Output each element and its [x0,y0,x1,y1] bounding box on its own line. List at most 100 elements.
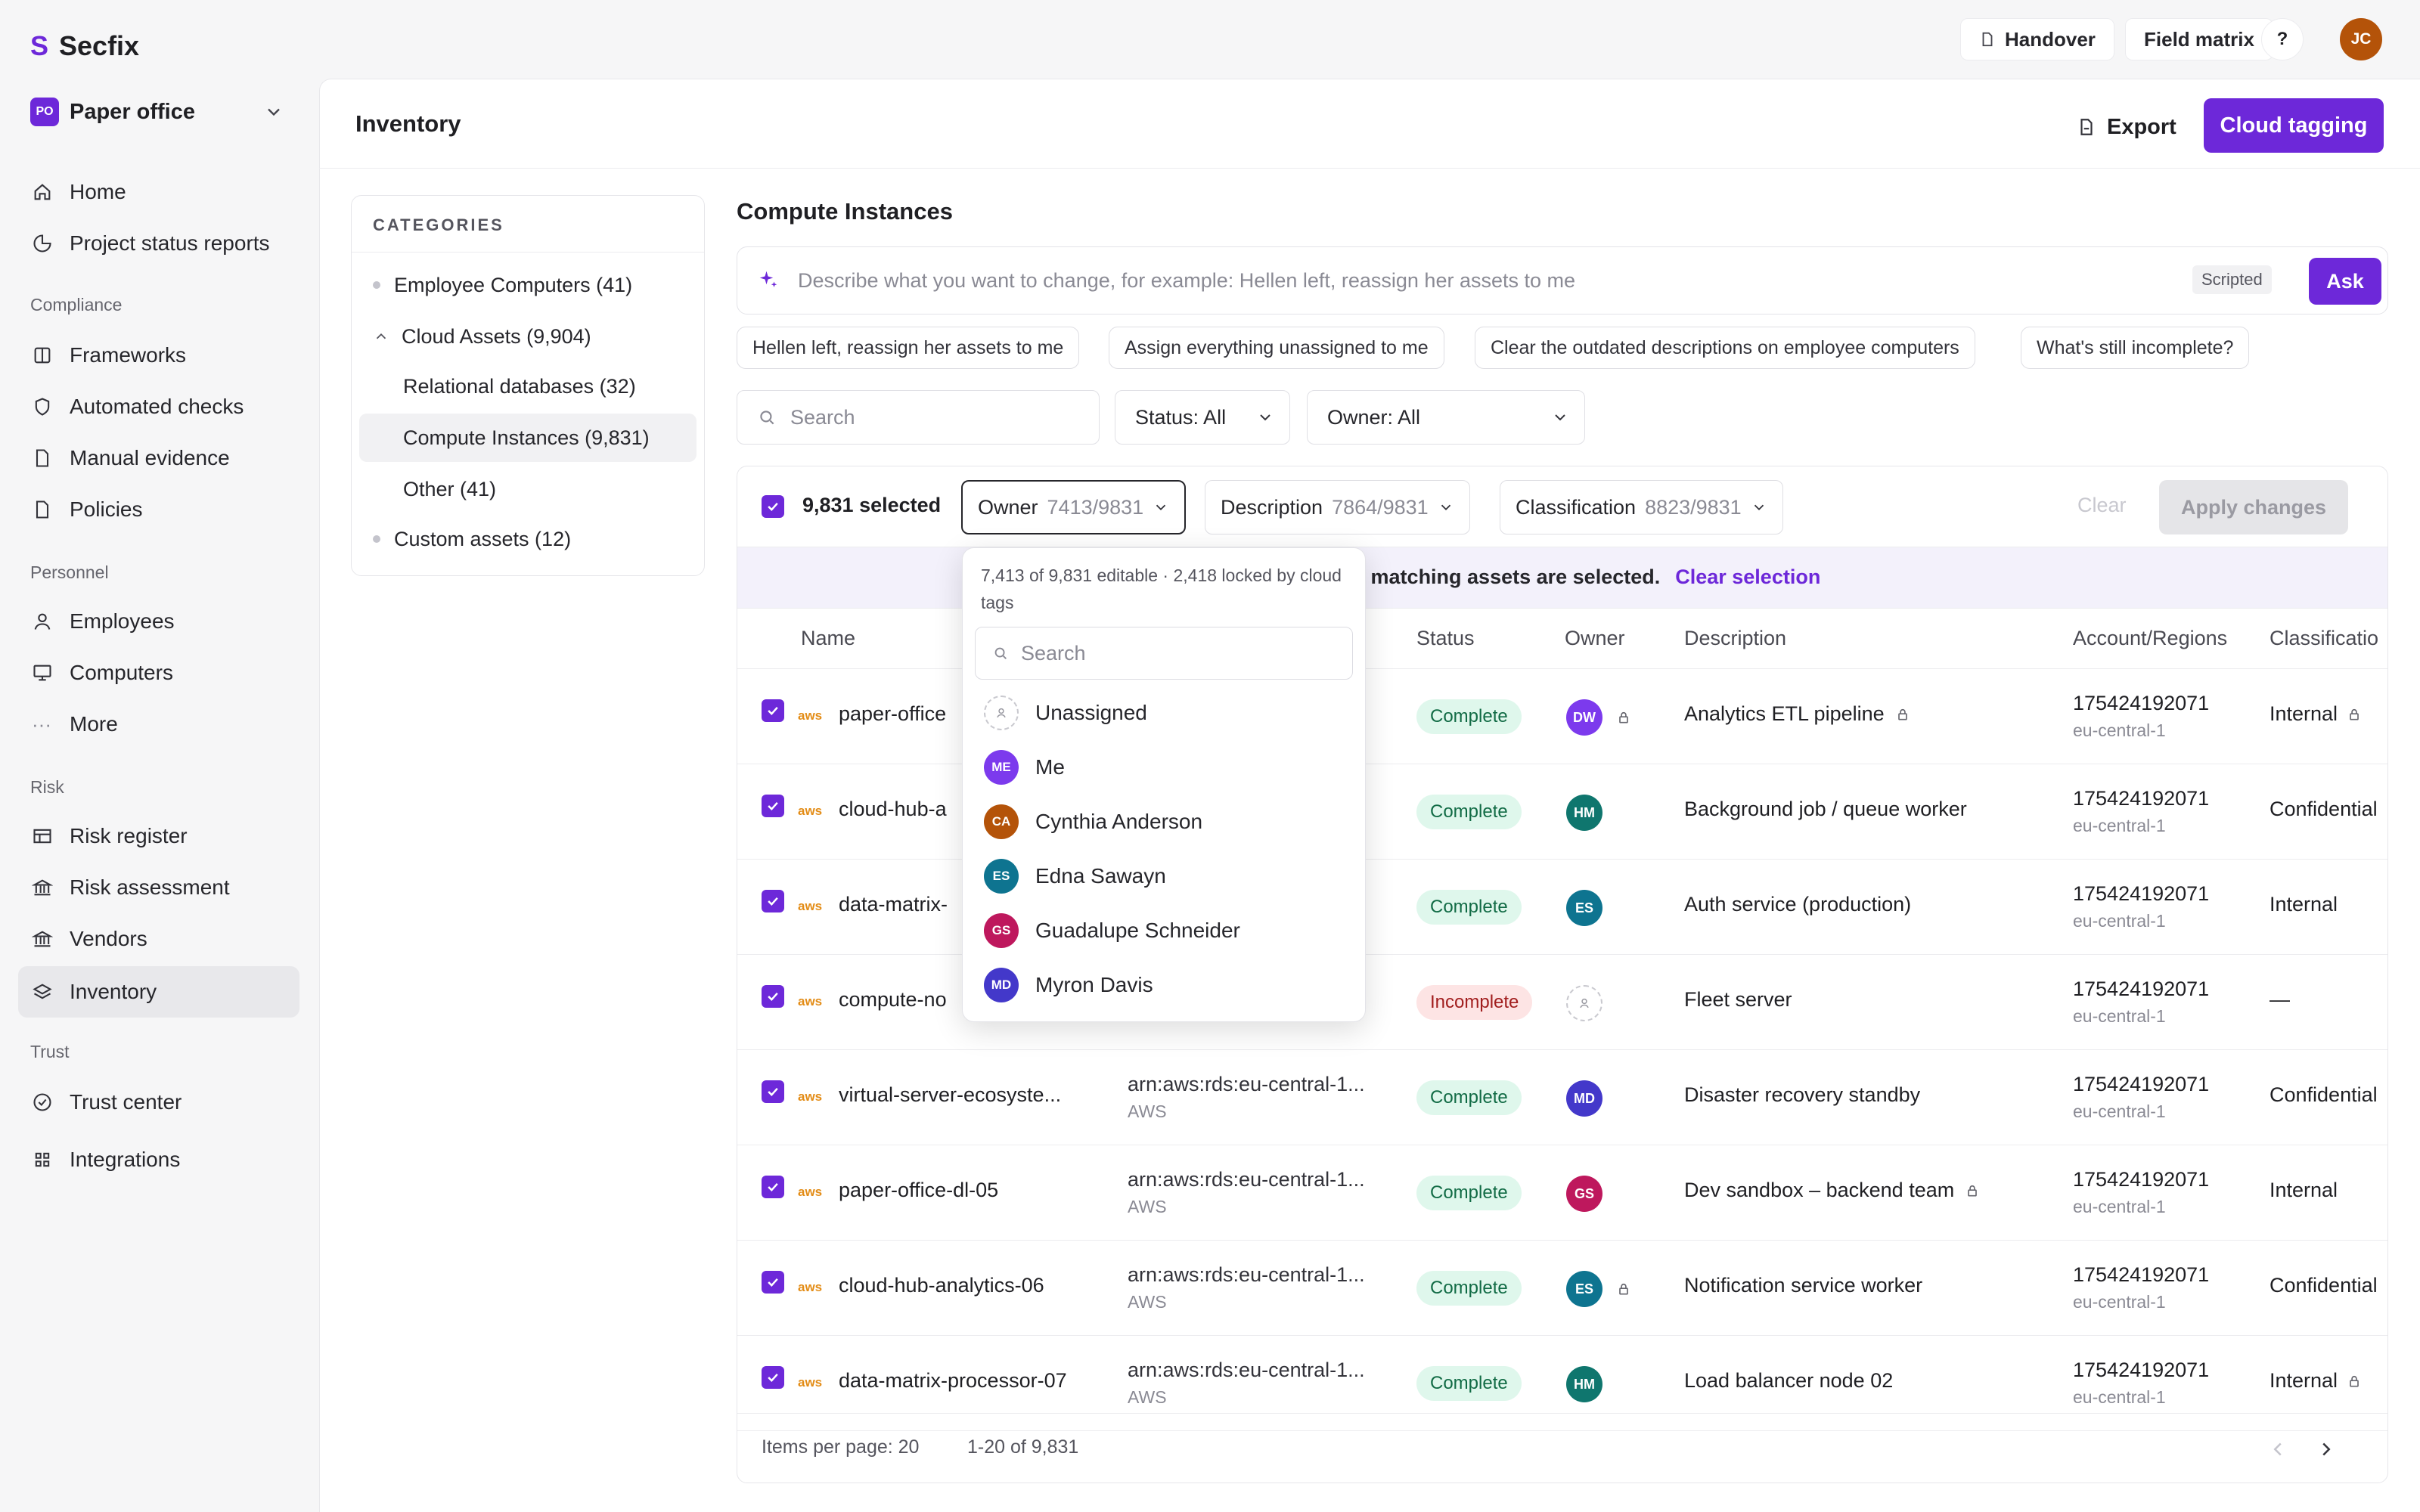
row-checkbox[interactable] [762,795,784,817]
suggestion-chip[interactable]: What's still incomplete? [2021,327,2250,369]
owner-avatar[interactable]: GS [1566,1176,1602,1212]
category-relational-databases[interactable]: Relational databases (32) [359,362,697,411]
ask-bar[interactable]: Describe what you want to change, for ex… [737,246,2388,314]
sidebar-item-risk-assessment[interactable]: Risk assessment [18,862,299,913]
app-logo[interactable]: S Secfix [30,30,139,62]
owner-avatar[interactable]: ES [1566,1271,1602,1307]
asset-name[interactable]: virtual-server-ecosyste... [839,1083,1061,1107]
col-description[interactable]: Description [1684,627,1786,650]
classification-value[interactable]: Confidential [2270,1274,2378,1297]
row-checkbox[interactable] [762,1176,784,1198]
classification-value[interactable]: Internal [2270,702,2362,726]
sidebar-item-vendors[interactable]: Vendors [18,913,299,965]
col-classification[interactable]: Classificatio [2270,627,2378,650]
bulk-classification-dropdown[interactable]: Classification 8823/9831 [1500,480,1783,534]
workspace-switcher[interactable]: PO Paper office [30,94,290,130]
sidebar-item-employees[interactable]: Employees [18,596,299,647]
owner-avatar[interactable]: ES [1566,890,1602,926]
sidebar-item-more[interactable]: ··· More [18,699,299,750]
apply-changes-button[interactable]: Apply changes [2159,480,2348,534]
sidebar-item-risk-register[interactable]: Risk register [18,810,299,862]
suggestion-chip[interactable]: Hellen left, reassign her assets to me [737,327,1080,369]
table-row[interactable]: aws cloud-hub-analytics-06 arn:aws:rds:eu-… [737,1241,2387,1336]
owner-avatar[interactable]: MD [1566,1080,1602,1117]
classification-value[interactable]: Internal [2270,1179,2338,1202]
asset-description[interactable]: Dev sandbox – backend team [1684,1179,1980,1202]
table-row[interactable]: aws virtual-server-ecosyste... arn:aws:rds… [737,1050,2387,1145]
category-other[interactable]: Other (41) [359,465,697,513]
col-status[interactable]: Status [1416,627,1475,650]
asset-description[interactable]: Fleet server [1684,988,1792,1012]
owner-option[interactable]: GS Guadalupe Schneider [984,908,1240,953]
field-matrix-button[interactable]: Field matrix [2125,18,2273,60]
owner-option[interactable]: ES Edna Sawayn [984,854,1166,899]
classification-value[interactable]: Internal [2270,893,2338,916]
asset-name[interactable]: data-matrix- [839,893,948,916]
sidebar-item-project-status-reports[interactable]: Project status reports [18,218,299,269]
asset-name[interactable]: paper-office [839,702,946,726]
search-input[interactable]: Search [737,390,1100,445]
category-cloud-assets[interactable]: Cloud Assets (9,904) [373,312,591,361]
owner-avatar[interactable]: DW [1566,699,1602,736]
sidebar-item-integrations[interactable]: Integrations [18,1134,299,1185]
col-name[interactable]: Name [801,627,855,650]
ask-button[interactable]: Ask [2309,258,2381,305]
asset-description[interactable]: Disaster recovery standby [1684,1083,1920,1107]
dropdown-search-input[interactable]: Search [975,627,1353,680]
owner-avatar-unassigned[interactable] [1566,985,1602,1021]
asset-description[interactable]: Notification service worker [1684,1274,1922,1297]
category-compute-instances[interactable]: Compute Instances (9,831) [359,414,697,462]
user-avatar[interactable]: JC [2340,18,2382,60]
classification-value[interactable]: Internal [2270,1369,2362,1393]
status-filter[interactable]: Status: All [1115,390,1290,445]
sidebar-item-automated-checks[interactable]: Automated checks [18,381,299,432]
cloud-tagging-button[interactable]: Cloud tagging [2204,98,2384,153]
bulk-owner-dropdown[interactable]: Owner 7413/9831 [961,480,1187,534]
sidebar-item-computers[interactable]: Computers [18,647,299,699]
sidebar-item-policies[interactable]: Policies [18,484,299,535]
asset-name[interactable]: cloud-hub-analytics-06 [839,1274,1044,1297]
classification-value[interactable]: Confidential [2270,798,2378,821]
owner-option[interactable]: Unassigned [984,690,1147,736]
clear-selection-link[interactable]: Clear selection [1675,565,1820,588]
asset-name[interactable]: paper-office-dl-05 [839,1179,998,1202]
row-checkbox[interactable] [762,1366,784,1389]
owner-option[interactable]: ME Me [984,745,1065,790]
suggestion-chip[interactable]: Assign everything unassigned to me [1109,327,1444,369]
prev-page-icon[interactable] [2266,1438,2289,1461]
sidebar-item-home[interactable]: Home [18,166,299,218]
table-row[interactable]: aws paper-office-dl-05 arn:aws:rds:eu-cent… [737,1145,2387,1241]
owner-option[interactable]: CA Cynthia Anderson [984,799,1202,844]
items-per-page[interactable]: Items per page: 20 [762,1436,919,1458]
suggestion-chip[interactable]: Clear the outdated descriptions on emplo… [1475,327,1975,369]
asset-description[interactable]: Auth service (production) [1684,893,1911,916]
asset-description[interactable]: Load balancer node 02 [1684,1369,1893,1393]
row-checkbox[interactable] [762,985,784,1008]
ask-input[interactable]: Describe what you want to change, for ex… [798,269,1575,293]
clear-button[interactable]: Clear [2077,494,2127,517]
category-custom-assets[interactable]: Custom assets (12) [373,515,571,563]
sidebar-item-trust-center[interactable]: Trust center [18,1077,299,1128]
owner-option[interactable]: MD Myron Davis [984,962,1153,1008]
handover-button[interactable]: Handover [1960,18,2114,60]
sidebar-item-inventory[interactable]: Inventory [18,966,299,1018]
asset-name[interactable]: cloud-hub-a [839,798,947,821]
sidebar-item-frameworks[interactable]: Frameworks [18,330,299,381]
owner-avatar[interactable]: HM [1566,795,1602,831]
owner-avatar[interactable]: HM [1566,1366,1602,1402]
col-account-regions[interactable]: Account/Regions [2073,627,2227,650]
asset-name[interactable]: data-matrix-processor-07 [839,1369,1067,1393]
export-button[interactable]: Export [2069,100,2184,154]
row-checkbox[interactable] [762,1080,784,1103]
category-employee-computers[interactable]: Employee Computers (41) [373,261,632,309]
asset-description[interactable]: Background job / queue worker [1684,798,1967,821]
asset-name[interactable]: compute-no [839,988,947,1012]
classification-value[interactable]: — [2270,988,2290,1012]
owner-filter[interactable]: Owner: All [1307,390,1585,445]
row-checkbox[interactable] [762,890,784,912]
bulk-description-dropdown[interactable]: Description 7864/9831 [1205,480,1470,534]
col-owner[interactable]: Owner [1565,627,1625,650]
classification-value[interactable]: Confidential [2270,1083,2378,1107]
asset-description[interactable]: Analytics ETL pipeline [1684,702,1910,726]
help-button[interactable]: ? [2261,18,2304,60]
